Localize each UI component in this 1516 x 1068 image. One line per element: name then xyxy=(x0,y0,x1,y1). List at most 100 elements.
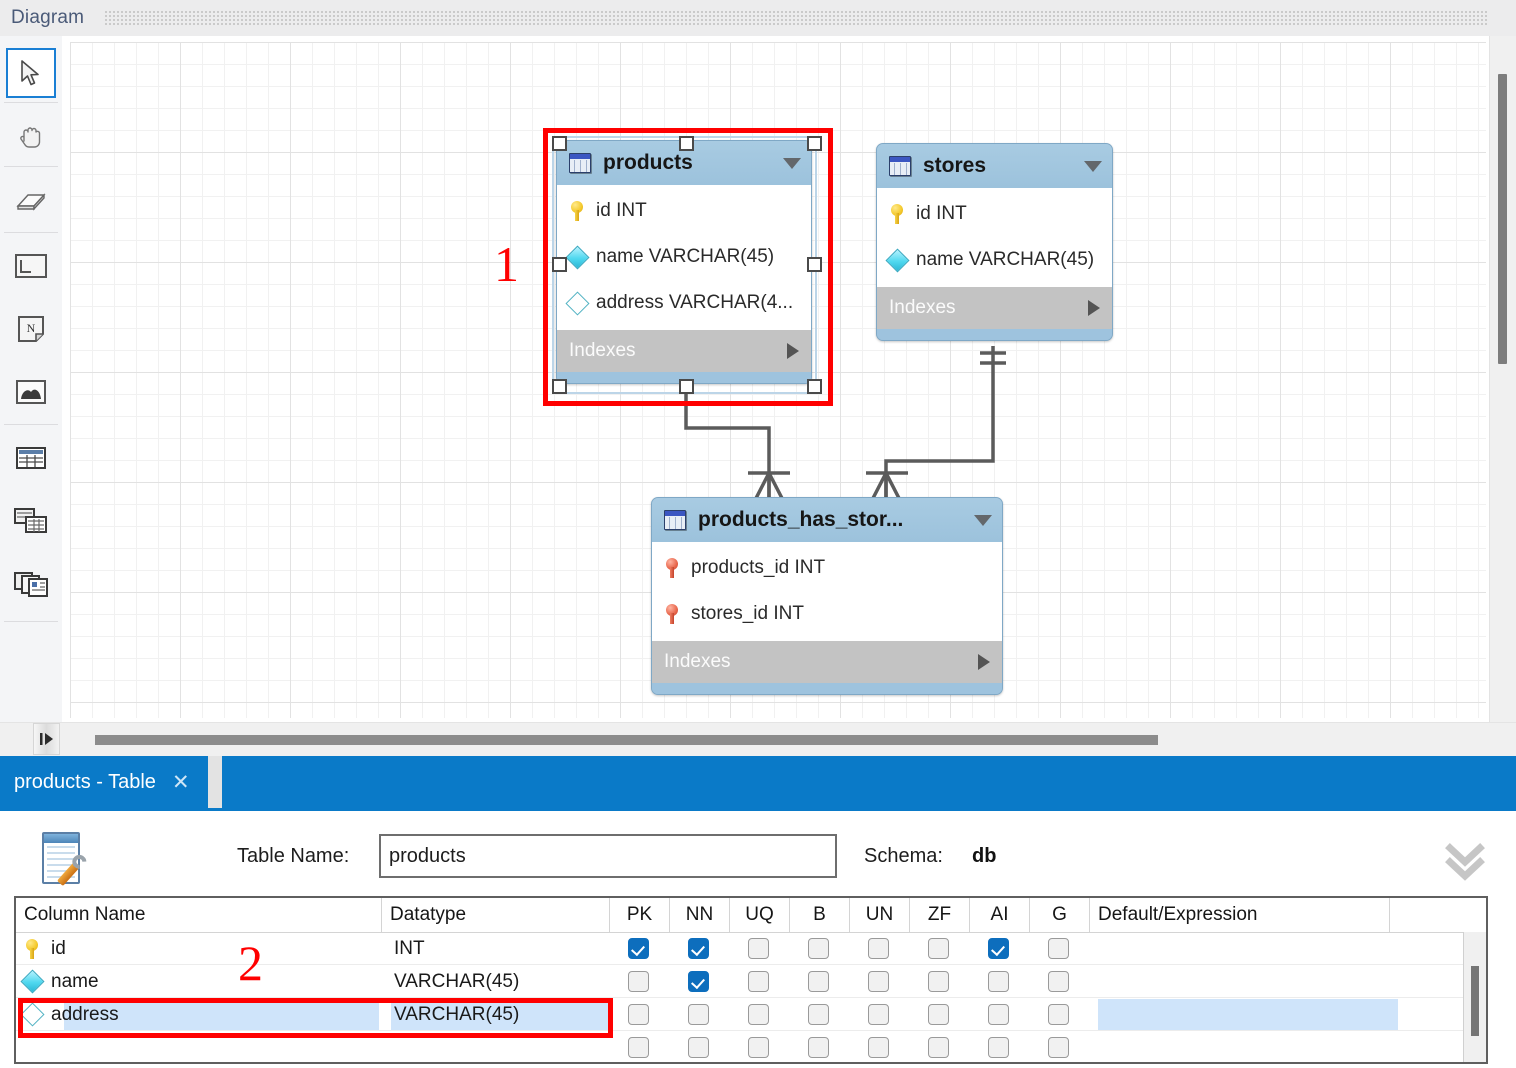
layer-tool[interactable] xyxy=(6,241,56,291)
resize-handle-ne[interactable] xyxy=(807,136,822,151)
eer-table-products-has-stores[interactable]: products_has_stor... products_id INT sto… xyxy=(651,497,1003,695)
checkbox-ai[interactable] xyxy=(988,971,1009,992)
eer-table-products-indexes[interactable]: Indexes xyxy=(557,330,811,372)
checkbox-g[interactable] xyxy=(1048,1004,1069,1025)
checkbox-pk[interactable] xyxy=(628,971,649,992)
eer-column-row[interactable]: id INT xyxy=(877,191,1112,237)
resize-handle-nw[interactable] xyxy=(552,136,567,151)
checkbox-nn[interactable] xyxy=(688,938,709,959)
eraser-tool[interactable] xyxy=(6,176,56,226)
col-header-g[interactable]: G xyxy=(1029,898,1089,932)
cell-default-expression[interactable] xyxy=(1098,998,1398,1031)
chevron-right-icon[interactable] xyxy=(787,343,799,359)
eer-column-row[interactable]: id INT xyxy=(557,188,811,234)
col-header-ai[interactable]: AI xyxy=(969,898,1029,932)
grid-vertical-scrollbar[interactable] xyxy=(1463,932,1486,1062)
checkbox-un[interactable] xyxy=(868,1037,889,1058)
chevron-down-icon[interactable] xyxy=(1084,160,1102,172)
resize-handle-e[interactable] xyxy=(807,257,822,272)
chevron-down-icon[interactable] xyxy=(783,157,801,169)
grid-vertical-scroll-thumb[interactable] xyxy=(1471,966,1479,1036)
table-row[interactable]: id INT xyxy=(16,932,1469,965)
cell-column-name[interactable]: id xyxy=(24,932,379,965)
cell-datatype[interactable]: VARCHAR(45) xyxy=(391,998,619,1031)
eer-column-row[interactable]: products_id INT xyxy=(652,545,1002,591)
eer-column-row[interactable]: address VARCHAR(4... xyxy=(557,280,811,326)
col-header-nn[interactable]: NN xyxy=(669,898,729,932)
checkbox-b[interactable] xyxy=(808,938,829,959)
col-header-column-name[interactable]: Column Name xyxy=(16,898,381,932)
canvas-vertical-scroll-thumb[interactable] xyxy=(1498,74,1507,364)
checkbox-b[interactable] xyxy=(808,1037,829,1058)
checkbox-uq[interactable] xyxy=(748,1037,769,1058)
tab-products-table[interactable]: products - Table ✕ xyxy=(0,756,208,808)
eer-table-products[interactable]: products id INT name VARCHAR(45) address… xyxy=(556,140,812,384)
eer-table-stores-indexes[interactable]: Indexes xyxy=(877,287,1112,329)
checkbox-pk[interactable] xyxy=(628,1037,649,1058)
new-table-tool[interactable] xyxy=(6,433,56,483)
eer-table-stores[interactable]: stores id INT name VARCHAR(45) Indexes xyxy=(876,143,1113,341)
checkbox-un[interactable] xyxy=(868,1004,889,1025)
cell-column-name[interactable]: address xyxy=(20,998,379,1031)
columns-grid[interactable]: Column Name Datatype PK NN UQ B UN ZF AI… xyxy=(14,896,1488,1064)
col-header-zf[interactable]: ZF xyxy=(909,898,969,932)
checkbox-ai[interactable] xyxy=(988,1037,1009,1058)
checkbox-g[interactable] xyxy=(1048,1037,1069,1058)
image-tool[interactable] xyxy=(6,367,56,417)
cell-column-name[interactable]: name xyxy=(20,965,379,998)
cell-datatype[interactable] xyxy=(391,1031,619,1062)
checkbox-uq[interactable] xyxy=(748,938,769,959)
note-tool[interactable]: N xyxy=(6,304,56,354)
cell-datatype[interactable]: INT xyxy=(391,932,619,965)
checkbox-zf[interactable] xyxy=(928,971,949,992)
checkbox-zf[interactable] xyxy=(928,938,949,959)
table-row[interactable]: name VARCHAR(45) xyxy=(16,965,1469,998)
chevron-right-icon[interactable] xyxy=(978,654,990,670)
cell-column-name[interactable] xyxy=(24,1031,379,1062)
table-row[interactable] xyxy=(16,1031,1469,1062)
checkbox-nn[interactable] xyxy=(688,971,709,992)
close-icon[interactable]: ✕ xyxy=(172,772,190,793)
checkbox-nn[interactable] xyxy=(688,1037,709,1058)
canvas-vertical-scrollbar[interactable] xyxy=(1489,36,1516,722)
checkbox-uq[interactable] xyxy=(748,1004,769,1025)
eer-column-row[interactable]: name VARCHAR(45) xyxy=(877,237,1112,283)
eer-table-products-has-stores-indexes[interactable]: Indexes xyxy=(652,641,1002,683)
canvas-horizontal-scroll-thumb[interactable] xyxy=(95,735,1158,745)
checkbox-ai[interactable] xyxy=(988,938,1009,959)
checkbox-ai[interactable] xyxy=(988,1004,1009,1025)
resize-handle-sw[interactable] xyxy=(552,379,567,394)
eer-table-products-has-stores-header[interactable]: products_has_stor... xyxy=(652,498,1002,542)
cell-default-expression[interactable] xyxy=(1098,965,1398,998)
collapse-editor-button[interactable] xyxy=(1442,840,1488,884)
checkbox-uq[interactable] xyxy=(748,971,769,992)
chevron-down-icon[interactable] xyxy=(974,514,992,526)
cell-default-expression[interactable] xyxy=(1098,932,1398,965)
col-header-b[interactable]: B xyxy=(789,898,849,932)
checkbox-un[interactable] xyxy=(868,938,889,959)
eer-table-stores-header[interactable]: stores xyxy=(877,144,1112,188)
resize-handle-s[interactable] xyxy=(679,379,694,394)
eer-column-row[interactable]: stores_id INT xyxy=(652,591,1002,637)
checkbox-g[interactable] xyxy=(1048,938,1069,959)
hand-tool[interactable] xyxy=(6,111,56,161)
toolbar-drag-handle[interactable] xyxy=(104,10,1489,25)
expand-sidebar-button[interactable] xyxy=(33,723,60,755)
col-header-uq[interactable]: UQ xyxy=(729,898,789,932)
checkbox-pk[interactable] xyxy=(628,938,649,959)
checkbox-pk[interactable] xyxy=(628,1004,649,1025)
checkbox-zf[interactable] xyxy=(928,1004,949,1025)
col-header-pk[interactable]: PK xyxy=(609,898,669,932)
resize-handle-w[interactable] xyxy=(552,257,567,272)
col-header-un[interactable]: UN xyxy=(849,898,909,932)
cell-datatype[interactable]: VARCHAR(45) xyxy=(391,965,619,998)
resize-handle-n[interactable] xyxy=(679,136,694,151)
checkbox-b[interactable] xyxy=(808,1004,829,1025)
new-view-tool[interactable] xyxy=(6,496,56,546)
checkbox-g[interactable] xyxy=(1048,971,1069,992)
canvas-horizontal-scrollbar[interactable] xyxy=(95,735,1485,745)
eer-canvas[interactable]: products id INT name VARCHAR(45) address… xyxy=(62,36,1516,722)
eer-column-row[interactable]: name VARCHAR(45) xyxy=(557,234,811,280)
table-name-input[interactable]: products xyxy=(379,834,837,878)
chevron-right-icon[interactable] xyxy=(1088,300,1100,316)
